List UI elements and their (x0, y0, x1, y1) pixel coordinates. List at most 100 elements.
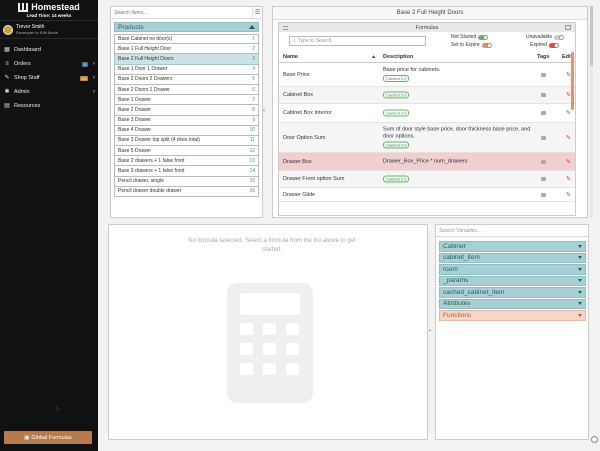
item-number: 10 (249, 127, 255, 134)
list-item[interactable]: Base 5 Drawer 12 (114, 146, 259, 157)
variables-list: Cabinet cabinet_item room _params cached… (439, 241, 586, 321)
formula-name: Cabinet Box Interior (283, 110, 332, 116)
variable-group[interactable]: Cabinet (439, 241, 586, 252)
item-label: Base Cabinet no door(s) (118, 36, 173, 43)
help-icon[interactable] (591, 436, 598, 443)
menu-icon[interactable]: ☰ (252, 7, 262, 18)
list-item[interactable]: Base 3 drawers + 1 false front 14 (114, 166, 259, 177)
calculator-key (286, 343, 299, 355)
user-subtitle: Developer to Edit Mode (16, 30, 58, 35)
table-row[interactable]: Drawer Glide ✎ (279, 188, 575, 202)
formula-description: Sum of door style base price, door thick… (383, 126, 531, 139)
sort-asc-icon[interactable]: ▲ (371, 54, 376, 60)
table-row[interactable]: Door Option Sum Sum of door style base p… (279, 123, 575, 153)
edit-icon[interactable]: ✎ (566, 110, 571, 117)
cached-badge: Cached 2.0 (383, 175, 410, 183)
table-row[interactable]: Cabinet Box Interior Cached 2.0 ✎ (279, 104, 575, 123)
list-item[interactable]: Base 2 Doors 1 Drawer 6 (114, 84, 259, 96)
formula-description: Base price for cabinets. (383, 66, 441, 73)
toggle-switch[interactable] (481, 42, 492, 48)
list-item[interactable]: Pencil drawer, single 15 (114, 176, 259, 187)
item-label: Pencil drawer double drawer (118, 188, 182, 195)
item-number: 1 (252, 36, 255, 43)
table-row-selected[interactable]: Drawer Box Drawer_Box_Price * num_drawer… (279, 153, 575, 171)
list-item[interactable]: Base Cabinet no door(s) 1 (114, 34, 259, 45)
edit-icon[interactable]: ✎ (566, 158, 571, 165)
item-number: 14 (249, 168, 255, 175)
table-row[interactable]: Cabinet Box Cached 2.0 ✎ (279, 87, 575, 104)
nav-resources[interactable]: ▤ Resources (0, 99, 98, 113)
toggle-switch[interactable] (554, 34, 565, 40)
homestead-logo-icon (18, 2, 29, 12)
tag-icon[interactable] (541, 135, 546, 140)
list-item[interactable]: Pencil drawer double drawer 16 (114, 186, 259, 197)
list-item[interactable]: Base 4 Drawer 10 (114, 125, 259, 136)
maximize-icon[interactable] (565, 25, 571, 30)
table-row[interactable]: Base Price Base price for cabinets. Cache… (279, 63, 575, 87)
list-item[interactable]: Base 2 Drawer 8 (114, 105, 259, 116)
table-row[interactable]: Drawer Front option Sum Cached 2.0 ✎ (279, 171, 575, 188)
page-scrollbar[interactable] (590, 6, 593, 218)
column-name[interactable]: Name (283, 54, 298, 60)
formula-search-input[interactable]: ⌕ Type to Search (289, 36, 426, 46)
cached-badge: Cached 2.0 (383, 141, 410, 148)
nav-shop-staff[interactable]: ✎ Shop Staff 12 › (0, 71, 98, 85)
chevron-right-icon: › (93, 61, 95, 67)
variable-group[interactable]: room (439, 264, 586, 275)
toggle-switch[interactable] (478, 34, 489, 40)
status-label: Not Started (451, 34, 477, 40)
product-search-input[interactable] (111, 7, 252, 18)
status-label: Unavailable (526, 34, 553, 40)
variable-group[interactable]: cached_cabinet_item (439, 287, 586, 298)
toggle-switch[interactable] (548, 42, 559, 48)
chevron-right-icon[interactable]: › (429, 328, 431, 334)
drag-handle-icon[interactable] (283, 25, 288, 30)
item-label: Base 3 Drawer top split (4 drws total) (118, 137, 200, 144)
edit-icon[interactable]: ✎ (566, 134, 571, 141)
products-group-header[interactable]: Products (114, 22, 259, 32)
nav-admin[interactable]: ✱ Admin › (0, 85, 98, 99)
item-label: Pencil drawer, single (118, 178, 164, 185)
variable-group[interactable]: cabinet_item (439, 252, 586, 263)
tag-icon[interactable] (541, 93, 546, 97)
tag-icon[interactable] (541, 159, 546, 164)
item-label: Base 1 Drawer (118, 96, 152, 103)
list-item[interactable]: Base 3 Drawer top split (4 drws total) 11 (114, 135, 259, 147)
variable-group[interactable]: Attributes (439, 298, 586, 309)
status-set-to-expire[interactable]: Set to Expire (451, 42, 492, 48)
user-profile[interactable]: Trevor Smith Developer to Edit Mode (0, 20, 98, 39)
list-item[interactable]: Base 1 Door 1 Drawer 4 (114, 64, 259, 75)
calculator-screen (240, 293, 300, 315)
brand[interactable]: Homestead Lead Time: 14 weeks (0, 0, 98, 20)
nav-dashboard[interactable]: ▦ Dashboard (0, 43, 98, 57)
status-expired[interactable]: Expired (530, 42, 559, 48)
nav-orders[interactable]: ≡ Orders 0 › (0, 57, 98, 71)
edit-icon[interactable]: ✎ (566, 176, 571, 183)
tag-icon[interactable] (541, 111, 546, 115)
tag-icon[interactable] (541, 72, 546, 77)
orders-badge: 0 (81, 61, 88, 67)
tag-icon[interactable] (541, 177, 546, 181)
list-item[interactable]: Base 1 Drawer 7 (114, 95, 259, 106)
edit-icon[interactable]: ✎ (566, 191, 571, 198)
status-unavailable[interactable]: Unavailable (526, 34, 565, 40)
functions-group[interactable]: Functions (439, 310, 586, 321)
global-formulas-button[interactable]: ▣ Global Formulas (4, 431, 92, 444)
item-number: 13 (249, 157, 255, 164)
formulas-box: Formulas ⌕ Type to Search Not Started Se… (278, 22, 576, 216)
list-item[interactable]: Base 2 drawers + 1 false front 13 (114, 156, 259, 167)
status-not-started[interactable]: Not Started (451, 34, 489, 40)
chevron-left-icon[interactable]: ‹ (263, 108, 265, 114)
item-number: 3 (252, 55, 255, 62)
list-item[interactable]: Base 1 Full Height Door 2 (114, 44, 259, 55)
variables-search-input[interactable]: Search Variables... (436, 225, 588, 237)
variable-group[interactable]: _params (439, 275, 586, 286)
scrollbar[interactable] (571, 52, 574, 110)
list-item[interactable]: Base 2 Doors 2 Drawers 5 (114, 74, 259, 85)
item-number: 9 (252, 117, 255, 124)
admin-icon: ✱ (4, 89, 10, 95)
list-item[interactable]: Base 3 Drawer 9 (114, 115, 259, 126)
list-item-selected[interactable]: Base 2 Full Height Doors 3 (114, 54, 259, 65)
caret-down-icon (578, 290, 582, 294)
tag-icon[interactable] (541, 192, 546, 197)
